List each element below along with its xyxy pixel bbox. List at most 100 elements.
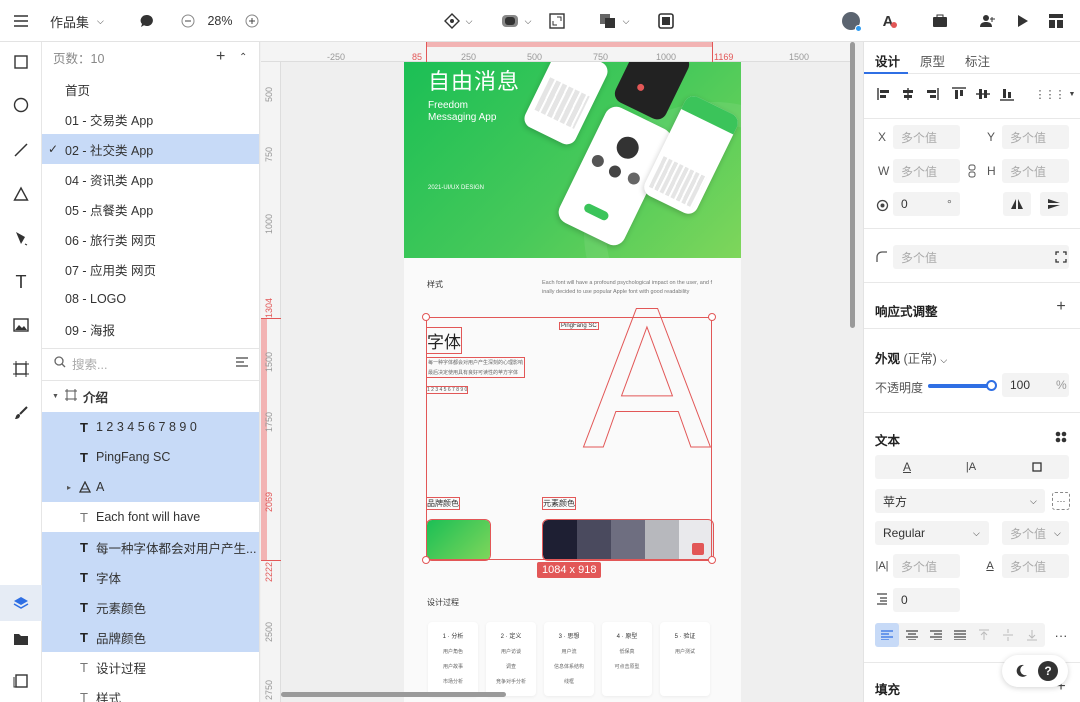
page-item[interactable]: 09 - 海报 (42, 314, 259, 344)
add-responsive-icon[interactable]: + (1052, 298, 1070, 316)
page-item[interactable]: 01 - 交易类 App (42, 104, 259, 134)
tab-prototype[interactable]: 原型 (920, 51, 945, 70)
frame-icon[interactable] (654, 0, 678, 42)
rotation-input[interactable]: 0 ° (893, 192, 960, 216)
artboard[interactable]: 自由消息 Freedom Messaging App 2021-UI/UX DE… (404, 62, 741, 702)
align-bottom-icon[interactable] (997, 84, 1017, 104)
help-icon[interactable]: ? (1038, 661, 1058, 681)
auto-height-icon[interactable]: |A (961, 458, 981, 476)
menu-icon[interactable] (8, 0, 34, 42)
assets-icon[interactable] (0, 624, 42, 654)
opacity-slider-thumb[interactable] (986, 380, 997, 391)
opacity-slider[interactable] (928, 380, 997, 391)
layer-item[interactable]: ▸ A (42, 472, 259, 502)
crop-icon[interactable] (545, 0, 569, 42)
layer-item[interactable]: T 1 2 3 4 5 6 7 8 9 0 (42, 412, 259, 442)
height-input[interactable]: 多个值 (1002, 159, 1069, 183)
page-item[interactable]: 首页 (42, 74, 259, 104)
text-justify-icon[interactable] (948, 623, 972, 647)
comment-icon[interactable] (134, 0, 160, 42)
text-align-right-icon[interactable] (924, 623, 948, 647)
layer-item[interactable]: T 元素颜色 (42, 592, 259, 622)
layer-item[interactable]: T 样式 (42, 682, 259, 702)
library-icon[interactable] (0, 666, 42, 696)
appearance-title[interactable]: 外观 (正常) ⌵ (875, 348, 947, 367)
selection-handle[interactable] (708, 313, 716, 321)
layers-icon[interactable] (0, 585, 42, 621)
font-family-select[interactable]: 苹方 ⌵ (875, 489, 1045, 513)
vertical-align-middle-icon[interactable] (996, 623, 1020, 647)
component-tool-button[interactable]: ⌵ (438, 0, 478, 42)
layer-search[interactable]: 搜索... (42, 348, 259, 378)
text-align-left-icon[interactable] (875, 623, 899, 647)
font-missing-icon[interactable]: A (878, 0, 902, 42)
align-center-h-icon[interactable] (898, 84, 918, 104)
page-item[interactable]: 08 - LOGO (42, 284, 259, 314)
align-right-icon[interactable] (922, 84, 942, 104)
design-canvas[interactable]: 85 -250 250 500 750 1000 1169 1500 500 75… (261, 42, 863, 702)
selection-box[interactable] (426, 317, 712, 560)
page-item[interactable]: 07 - 应用类 网页 (42, 254, 259, 284)
collapse-icon[interactable]: ⌃ (239, 52, 247, 63)
link-icon[interactable] (965, 162, 979, 180)
triangle-tool-icon[interactable] (0, 179, 42, 209)
fixed-size-icon[interactable] (1027, 458, 1047, 476)
ellipse-tool-icon[interactable] (0, 90, 42, 120)
artboard-tool-icon[interactable] (0, 354, 42, 384)
vertical-align-bottom-icon[interactable] (1020, 623, 1044, 647)
align-left-icon[interactable] (874, 84, 894, 104)
layer-item[interactable]: T PingFang SC (42, 442, 259, 472)
page-item[interactable]: ✓ 02 - 社交类 App (42, 134, 259, 164)
caret-right-icon[interactable]: ▸ (67, 483, 71, 492)
selection-handle[interactable] (708, 556, 716, 564)
letter-spacing-input[interactable]: 多个值 (1002, 554, 1069, 578)
page-item[interactable]: 04 - 资讯类 App (42, 164, 259, 194)
flip-horizontal-icon[interactable] (1003, 192, 1031, 216)
share-user-icon[interactable] (976, 0, 1000, 42)
align-top-icon[interactable] (949, 84, 969, 104)
group-row[interactable]: ▼ 介绍 (42, 381, 259, 411)
zoom-level[interactable]: 28% (200, 0, 240, 42)
project-name[interactable]: 作品集 ⌵ (50, 0, 120, 42)
font-size-select[interactable]: 多个值 ⌵ (1002, 521, 1069, 545)
play-icon[interactable] (1011, 0, 1035, 42)
corner-radius-input[interactable]: 多个值 (893, 245, 1069, 269)
tab-design[interactable]: 设计 (875, 51, 900, 70)
filter-icon[interactable] (235, 356, 249, 371)
more-font-options-icon[interactable]: ··· (1052, 492, 1070, 510)
plugin-icon[interactable] (928, 0, 952, 42)
brush-tool-icon[interactable] (0, 398, 42, 428)
independent-corners-icon[interactable] (1052, 248, 1070, 266)
pen-tool-icon[interactable] (0, 223, 42, 253)
zoom-in-button[interactable] (242, 0, 262, 42)
avatar[interactable] (840, 0, 862, 42)
layer-item[interactable]: T 字体 (42, 562, 259, 592)
width-input[interactable]: 多个值 (893, 159, 960, 183)
tab-annotation[interactable]: 标注 (965, 51, 990, 70)
moon-icon[interactable] (1012, 662, 1030, 680)
x-input[interactable]: 多个值 (893, 125, 960, 149)
dev-mode-icon[interactable] (1044, 0, 1068, 42)
layer-item[interactable]: T 品牌颜色 (42, 622, 259, 652)
paragraph-spacing-input[interactable]: 0 (893, 588, 960, 612)
image-tool-icon[interactable] (0, 310, 42, 340)
page-item[interactable]: 05 - 点餐类 App (42, 194, 259, 224)
search-input[interactable]: 搜索... (72, 354, 107, 373)
layer-item[interactable]: T 设计过程 (42, 652, 259, 682)
font-weight-select[interactable]: Regular ⌵ (875, 521, 989, 545)
vertical-scrollbar[interactable] (850, 42, 855, 328)
align-center-v-icon[interactable] (973, 84, 993, 104)
vertical-align-top-icon[interactable] (972, 623, 996, 647)
more-text-options-icon[interactable]: ··· (1052, 626, 1070, 644)
page-item[interactable]: 06 - 旅行类 网页 (42, 224, 259, 254)
y-input[interactable]: 多个值 (1002, 125, 1069, 149)
auto-width-icon[interactable]: A (897, 458, 917, 476)
line-tool-icon[interactable] (0, 135, 42, 165)
boolean-tool-button[interactable]: ⌵ (594, 0, 634, 42)
text-align-center-icon[interactable] (900, 623, 924, 647)
selection-handle[interactable] (422, 313, 430, 321)
zoom-out-button[interactable] (178, 0, 198, 42)
rectangle-tool-icon[interactable] (0, 47, 42, 77)
add-page-icon[interactable]: + (216, 48, 225, 66)
distribute-icon[interactable]: ⋮⋮⋮ ▼ (1035, 84, 1076, 104)
